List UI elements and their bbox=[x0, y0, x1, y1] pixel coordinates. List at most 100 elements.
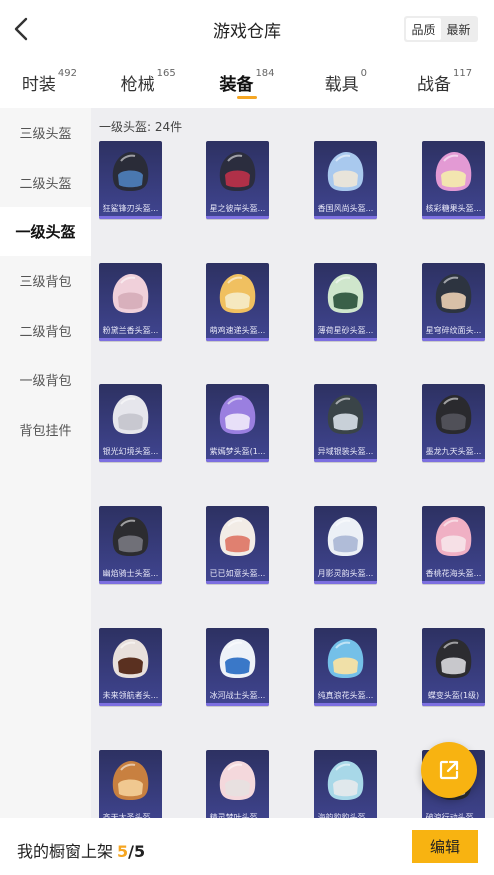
helmet-item-label: 粉黛兰香头盔... bbox=[102, 325, 159, 335]
helmet-item-card[interactable]: 香国风尚头盔... bbox=[314, 141, 377, 219]
showcase-current-count: 5 bbox=[117, 842, 129, 861]
sidebar-item-level3-backpack[interactable]: 三级背包 bbox=[0, 256, 91, 305]
helmet-icon bbox=[435, 638, 472, 678]
helmet-item-label: 未来领航者头... bbox=[102, 690, 159, 700]
helmet-icon bbox=[327, 395, 364, 435]
helmet-item-card[interactable]: 已已如意头盔... bbox=[206, 506, 269, 585]
sidebar-item-level2-helmet[interactable]: 二级头盔 bbox=[0, 157, 91, 206]
helmet-item-card[interactable]: 墨龙九天头盔... bbox=[422, 384, 485, 463]
sidebar-item-level2-backpack[interactable]: 二级背包 bbox=[0, 306, 91, 355]
helmet-item-label: 星之彼岸头盔... bbox=[209, 204, 266, 213]
helmet-item-card[interactable]: 海韵豹豹头盔... bbox=[314, 749, 377, 818]
tab-count: 184 bbox=[255, 68, 275, 79]
helmet-icon bbox=[219, 638, 256, 678]
helmet-item-card[interactable]: 齐天大圣头盔... bbox=[99, 749, 162, 818]
helmet-icon bbox=[112, 760, 149, 800]
helmet-item-label: 萌鸡速递头盔... bbox=[209, 325, 266, 335]
share-button[interactable] bbox=[421, 742, 477, 798]
helmet-icon bbox=[219, 273, 256, 313]
tab-equipment[interactable]: 装备 184 bbox=[198, 58, 297, 108]
helmet-item-label: 星穹碎纹面头... bbox=[425, 325, 482, 335]
helmet-icon bbox=[112, 395, 149, 435]
showcase-status: 我的橱窗上架 5/5 bbox=[17, 838, 145, 862]
tab-fashion[interactable]: 时装 492 bbox=[0, 58, 99, 108]
helmet-item-card[interactable]: 薄荷星砂头盔... bbox=[314, 262, 377, 341]
helmet-icon bbox=[435, 395, 472, 435]
tab-label: 装备 bbox=[219, 75, 254, 95]
tab-vehicles[interactable]: 载具 0 bbox=[296, 58, 395, 108]
helmet-item-label: 纯真浪花头盔... bbox=[317, 690, 374, 700]
edit-button[interactable]: 编辑 bbox=[412, 830, 478, 863]
helmet-icon bbox=[327, 760, 364, 800]
helmet-icon bbox=[112, 517, 149, 557]
helmet-icon bbox=[219, 760, 256, 800]
section-title: 一级头盔: 24件 bbox=[99, 120, 183, 134]
sidebar-item-backpack-charm[interactable]: 背包挂件 bbox=[0, 404, 91, 453]
helmet-icon bbox=[435, 517, 472, 557]
helmet-icon bbox=[327, 638, 364, 678]
tab-count: 117 bbox=[453, 68, 473, 79]
helmet-item-label: 狂鲨锋刃头盔... bbox=[102, 204, 159, 213]
helmet-item-label: 幽焰骑士头盔... bbox=[102, 569, 159, 579]
bottom-bar: 我的橱窗上架 5/5 编辑 bbox=[0, 818, 494, 875]
helmet-icon bbox=[219, 517, 256, 557]
helmet-item-label: 蝶变头盔(1级) bbox=[427, 690, 480, 700]
sort-quality-button[interactable]: 品质 bbox=[406, 18, 441, 40]
item-grid-panel: 一级头盔: 24件 狂鲨锋刃头盔... 星之彼岸头盔... 香国风尚头盔... 核彩糖… bbox=[91, 108, 494, 818]
helmet-icon bbox=[112, 638, 149, 678]
tab-count: 165 bbox=[156, 68, 176, 79]
helmet-icon bbox=[435, 152, 472, 191]
helmet-item-label: 墨龙九天头盔... bbox=[425, 447, 482, 457]
helmet-icon bbox=[112, 152, 149, 191]
tab-label: 时装 bbox=[21, 75, 56, 95]
tab-label: 战备 bbox=[417, 75, 452, 95]
showcase-label: 我的橱窗上架 bbox=[17, 842, 114, 861]
showcase-total-count: 5 bbox=[134, 842, 146, 861]
helmet-item-label: 已已如意头盔... bbox=[209, 569, 266, 579]
helmet-item-card[interactable]: 蝶变头盔(1级) bbox=[422, 627, 485, 706]
header: 游戏仓库 品质 最新 bbox=[0, 0, 494, 58]
sidebar-item-level3-helmet[interactable]: 三级头盔 bbox=[0, 108, 91, 157]
sidebar-item-level1-backpack[interactable]: 一级背包 bbox=[0, 355, 91, 404]
tab-guns[interactable]: 枪械 165 bbox=[99, 58, 198, 108]
helmet-item-card[interactable]: 紫嫣梦头盔(1... bbox=[206, 384, 269, 463]
helmet-icon bbox=[327, 517, 364, 557]
helmet-item-card[interactable]: 狂鲨锋刃头盔... bbox=[99, 141, 162, 219]
helmet-item-label: 异域银装头盔... bbox=[317, 447, 374, 457]
category-tabs: 时装 492 枪械 165 装备 184 载具 0 战备 117 bbox=[0, 58, 494, 108]
tab-count: 492 bbox=[57, 68, 77, 79]
share-external-icon bbox=[439, 760, 459, 780]
helmet-item-card[interactable]: 核彩糖果头盔... bbox=[422, 141, 485, 219]
helmet-item-card[interactable]: 异域银装头盔... bbox=[314, 384, 377, 463]
helmet-item-label: 月影灵韵头盔... bbox=[317, 569, 374, 579]
helmet-item-card[interactable]: 萌鸡速递头盔... bbox=[206, 262, 269, 341]
helmet-item-label: 核彩糖果头盔... bbox=[425, 204, 482, 213]
helmet-item-card[interactable]: 银光幻境头盔... bbox=[99, 384, 162, 463]
helmet-item-card[interactable]: 纯真浪花头盔... bbox=[314, 627, 377, 706]
helmet-item-card[interactable]: 冰河战士头盔... bbox=[206, 627, 269, 706]
tab-label: 载具 bbox=[324, 75, 359, 95]
sidebar-item-level1-helmet[interactable]: 一级头盔 bbox=[0, 206, 91, 257]
sort-latest-button[interactable]: 最新 bbox=[441, 18, 476, 40]
helmet-item-card[interactable]: 未来领航者头... bbox=[99, 627, 162, 706]
tab-label: 枪械 bbox=[120, 75, 155, 95]
sort-toggle: 品质 最新 bbox=[404, 16, 478, 42]
helmet-item-card[interactable]: 香桃花海头盔... bbox=[422, 506, 485, 585]
helmet-item-label: 薄荷星砂头盔... bbox=[317, 325, 374, 335]
helmet-icon bbox=[327, 152, 364, 191]
tab-supplies[interactable]: 战备 117 bbox=[395, 58, 494, 108]
helmet-item-label: 银光幻境头盔... bbox=[102, 447, 159, 457]
tab-underline bbox=[236, 96, 257, 99]
helmet-item-card[interactable]: 星穹碎纹面头... bbox=[422, 262, 485, 341]
sidebar: 三级头盔 二级头盔 一级头盔 三级背包 二级背包 一级背包 背包挂件 bbox=[0, 108, 91, 818]
helmet-item-card[interactable]: 精灵梦叶头盔... bbox=[206, 749, 269, 818]
helmet-icon bbox=[219, 395, 256, 435]
helmet-item-label: 冰河战士头盔... bbox=[209, 690, 266, 700]
helmet-item-card[interactable]: 幽焰骑士头盔... bbox=[99, 506, 162, 585]
helmet-icon bbox=[112, 273, 149, 313]
helmet-item-card[interactable]: 星之彼岸头盔... bbox=[206, 141, 269, 219]
helmet-item-label: 紫嫣梦头盔(1... bbox=[209, 447, 266, 457]
helmet-item-label: 香国风尚头盔... bbox=[317, 204, 374, 213]
helmet-item-card[interactable]: 月影灵韵头盔... bbox=[314, 506, 377, 585]
helmet-item-card[interactable]: 粉黛兰香头盔... bbox=[99, 262, 162, 341]
